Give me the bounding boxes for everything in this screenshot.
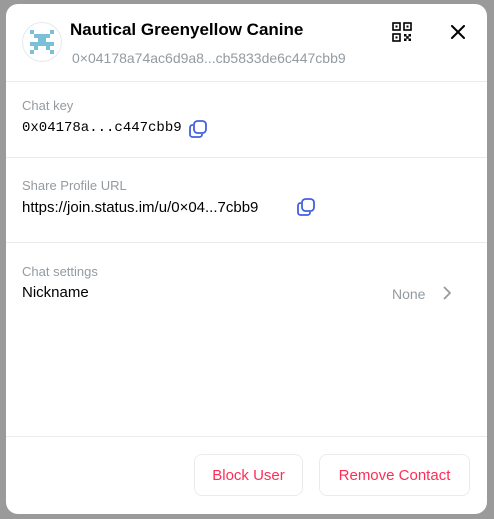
remove-contact-button[interactable]: Remove Contact xyxy=(319,454,470,496)
block-user-button[interactable]: Block User xyxy=(194,454,303,496)
share-url-value: https://join.status.im/u/0×04...7cbb9 xyxy=(22,199,259,216)
share-url-section: Share Profile URL https://join.status.im… xyxy=(6,158,487,243)
qr-code-icon xyxy=(392,22,412,42)
close-button[interactable] xyxy=(447,21,469,43)
nickname-row[interactable]: Nickname None xyxy=(6,281,487,307)
profile-name: Nautical Greenyellow Canine xyxy=(70,20,304,39)
nickname-value: None xyxy=(392,286,426,302)
chat-settings-label: Chat settings xyxy=(22,264,98,279)
chat-key-section: Chat key 0x04178a...c447cbb9 xyxy=(6,82,487,158)
profile-modal: Nautical Greenyellow Canine 0×04178a74ac… xyxy=(6,4,487,514)
copy-icon xyxy=(297,198,315,216)
copy-chat-key-button[interactable] xyxy=(187,118,209,140)
chat-key-label: Chat key xyxy=(22,98,74,113)
copy-icon xyxy=(189,120,207,138)
chat-key-value: 0x04178a...c447cbb9 xyxy=(22,120,182,136)
modal-footer: Block User Remove Contact xyxy=(6,436,487,514)
close-icon xyxy=(451,25,465,39)
nickname-label: Nickname xyxy=(22,284,89,301)
identicon-icon xyxy=(30,30,54,54)
chat-settings-section: Chat settings Nickname None xyxy=(6,243,487,323)
modal-header: Nautical Greenyellow Canine 0×04178a74ac… xyxy=(6,4,487,82)
share-url-label: Share Profile URL xyxy=(22,178,127,193)
avatar xyxy=(22,22,62,62)
profile-public-key: 0×04178a74ac6d9a8...cb5833de6c447cbb9 xyxy=(72,50,346,66)
qr-code-button[interactable] xyxy=(391,21,413,43)
chevron-right-icon xyxy=(440,286,454,300)
copy-share-url-button[interactable] xyxy=(295,196,317,218)
